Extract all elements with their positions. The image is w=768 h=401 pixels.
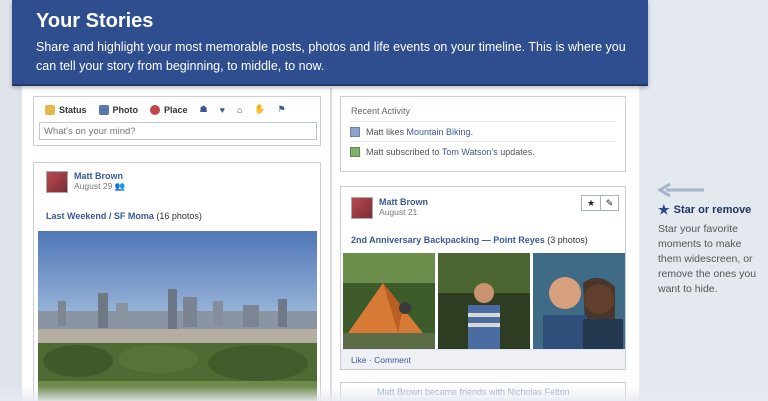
tom-watson-link[interactable]: Tom Watson's bbox=[442, 147, 498, 157]
photo-count: (3 photos) bbox=[547, 235, 588, 245]
banner-title: Your Stories bbox=[36, 10, 154, 32]
divider bbox=[350, 121, 616, 122]
publisher-tabs: Status Photo Place ☗ ♥ ⌂ ✋ ⚑ bbox=[40, 102, 291, 117]
story-header: Matt Brown August 29 👥 bbox=[46, 171, 125, 193]
recent-activity-item: Matt likes Mountain Biking. bbox=[350, 127, 473, 137]
album-photos bbox=[343, 253, 625, 349]
avatar[interactable] bbox=[46, 171, 68, 193]
banner-description: Share and highlight your most memorable … bbox=[36, 40, 626, 73]
next-story-text: Matt Brown became friends with Nicholas … bbox=[377, 387, 570, 397]
your-stories-banner: Your Stories Share and highlight your mo… bbox=[12, 0, 648, 86]
life-event-icon[interactable]: ☗ bbox=[195, 102, 213, 117]
right-hint-panel bbox=[640, 0, 768, 401]
tab-place-label: Place bbox=[164, 104, 188, 115]
hint-heading: ★ Star or remove bbox=[658, 202, 751, 218]
like-activity-icon bbox=[350, 127, 360, 137]
album-photo[interactable] bbox=[343, 253, 435, 349]
star-icon: ★ bbox=[658, 202, 670, 217]
edit-pencil-icon[interactable]: ✎ bbox=[599, 196, 618, 210]
story-header: Matt Brown August 21 bbox=[351, 197, 428, 219]
author-name[interactable]: Matt Brown bbox=[74, 171, 125, 181]
flag-icon[interactable]: ⚑ bbox=[273, 102, 291, 117]
recent-item-text: Matt subscribed to bbox=[366, 147, 442, 157]
album-link[interactable]: Last Weekend / SF Moma bbox=[46, 211, 154, 221]
album-line: 2nd Anniversary Backpacking — Point Reye… bbox=[351, 235, 588, 245]
home-icon[interactable]: ⌂ bbox=[232, 103, 247, 117]
avatar[interactable] bbox=[351, 197, 373, 219]
album-line: Last Weekend / SF Moma (16 photos) bbox=[46, 211, 202, 221]
mountain-biking-link[interactable]: Mountain Biking bbox=[407, 127, 471, 137]
tab-place[interactable]: Place bbox=[145, 103, 193, 117]
album-photo[interactable] bbox=[533, 253, 625, 349]
recent-activity-title: Recent Activity bbox=[351, 106, 411, 116]
recent-item-suffix: updates. bbox=[497, 147, 535, 157]
tab-photo-label: Photo bbox=[112, 104, 139, 115]
subscribe-activity-icon bbox=[350, 147, 360, 157]
recent-activity-item: Matt subscribed to Tom Watson's updates. bbox=[350, 147, 535, 157]
timeline-spine bbox=[330, 88, 332, 401]
album-photo[interactable] bbox=[38, 231, 317, 401]
photo-icon bbox=[98, 104, 109, 115]
tab-photo[interactable]: Photo bbox=[94, 103, 144, 117]
status-icon bbox=[45, 104, 55, 115]
heart-icon[interactable]: ♥ bbox=[215, 103, 230, 117]
author-name[interactable]: Matt Brown bbox=[379, 197, 428, 207]
tab-status[interactable]: Status bbox=[40, 103, 92, 117]
story-tools: ★ ✎ bbox=[581, 195, 619, 211]
story-card-left: Matt Brown August 29 👥 Last Weekend / SF… bbox=[33, 162, 321, 401]
story-date[interactable]: August 29 bbox=[74, 181, 112, 191]
divider bbox=[350, 141, 616, 142]
recent-item-suffix: . bbox=[470, 127, 474, 137]
status-input[interactable] bbox=[39, 122, 317, 140]
story-date[interactable]: August 21 bbox=[379, 207, 428, 217]
pointer-arrow-icon bbox=[657, 183, 704, 197]
next-story-card: Matt Brown became friends with Nicholas … bbox=[340, 382, 626, 401]
hint-description: Star your favorite moments to make them … bbox=[658, 223, 757, 295]
star-icon[interactable]: ★ bbox=[582, 196, 600, 210]
tab-status-label: Status bbox=[59, 104, 87, 115]
album-link[interactable]: 2nd Anniversary Backpacking — Point Reye… bbox=[351, 235, 545, 245]
status-publisher: Status Photo Place ☗ ♥ ⌂ ✋ ⚑ bbox=[33, 96, 321, 146]
like-comment-bar[interactable]: Like · Comment bbox=[341, 349, 625, 369]
album-photo[interactable] bbox=[438, 253, 530, 349]
friends-audience-icon[interactable]: 👥 bbox=[115, 181, 126, 191]
thumb-icon[interactable]: ✋ bbox=[249, 102, 270, 117]
story-card-right: Matt Brown August 21 ★ ✎ 2nd Anniversary… bbox=[340, 186, 626, 370]
photo-count: (16 photos) bbox=[156, 211, 202, 221]
recent-item-text: Matt likes bbox=[366, 127, 407, 137]
hint-title: Star or remove bbox=[673, 204, 752, 216]
place-icon bbox=[150, 104, 161, 115]
